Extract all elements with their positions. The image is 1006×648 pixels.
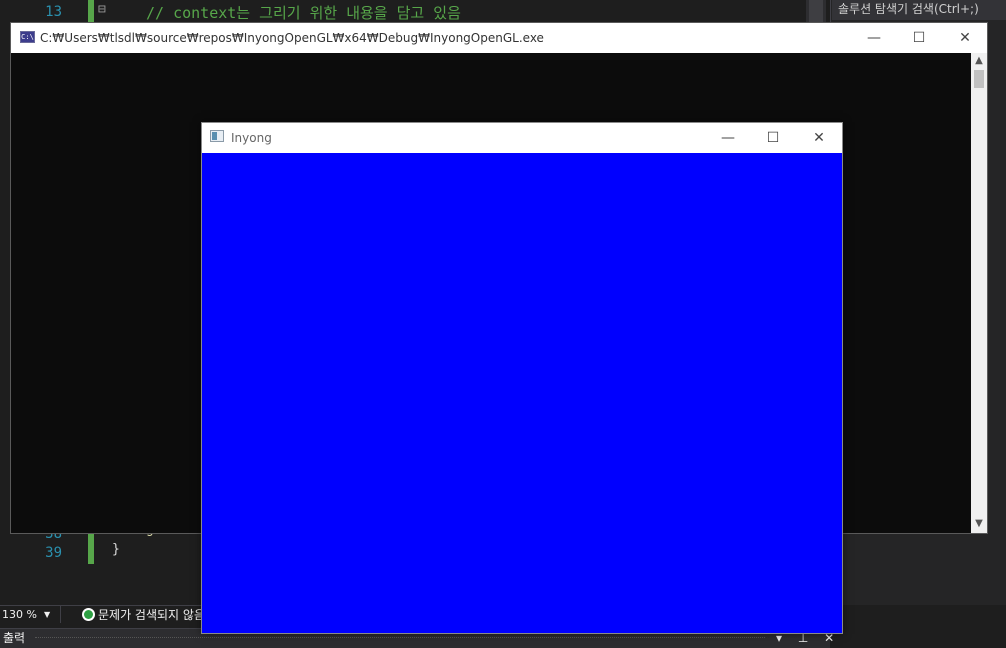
check-circle-icon <box>82 608 95 621</box>
line-number: 13 <box>45 4 62 20</box>
scroll-up-icon[interactable]: ▲ <box>971 55 987 66</box>
console-scrollbar[interactable] <box>971 53 987 533</box>
solution-search-input[interactable]: 솔루션 탐색기 검색(Ctrl+;) <box>832 0 1006 20</box>
chevron-down-icon[interactable]: ▼ <box>44 606 56 623</box>
console-app-icon: C:\ <box>20 31 35 43</box>
maximize-icon[interactable]: ☐ <box>750 123 796 153</box>
editor-scroll-thumb[interactable] <box>809 0 823 22</box>
fold-marker[interactable]: ⊟ <box>98 2 106 17</box>
change-bar <box>88 0 94 22</box>
close-icon[interactable]: ✕ <box>796 123 842 153</box>
closing-brace: } <box>112 542 120 557</box>
output-panel-title[interactable]: 출력 <box>3 629 25 647</box>
minimize-icon[interactable]: — <box>851 23 897 53</box>
close-icon[interactable]: ✕ <box>942 23 988 53</box>
code-comment: // context는 그리기 위한 내용을 담고 있음 <box>146 4 461 22</box>
gl-render-canvas[interactable] <box>202 153 842 633</box>
window-app-icon <box>210 130 224 142</box>
console-scroll-thumb[interactable] <box>974 70 984 88</box>
console-window-title: C:₩Users₩tlsdl₩source₩repos₩InyongOpenGL… <box>40 31 544 45</box>
change-bar <box>88 534 94 564</box>
maximize-icon[interactable]: ☐ <box>896 23 942 53</box>
minimize-icon[interactable]: — <box>705 123 751 153</box>
gl-window-title: Inyong <box>231 131 272 145</box>
status-message: 문제가 검색되지 않음 <box>98 608 205 622</box>
scroll-down-icon[interactable]: ▼ <box>971 518 987 529</box>
panel-drag-handle[interactable] <box>35 637 765 642</box>
line-number: 39 <box>45 545 62 561</box>
